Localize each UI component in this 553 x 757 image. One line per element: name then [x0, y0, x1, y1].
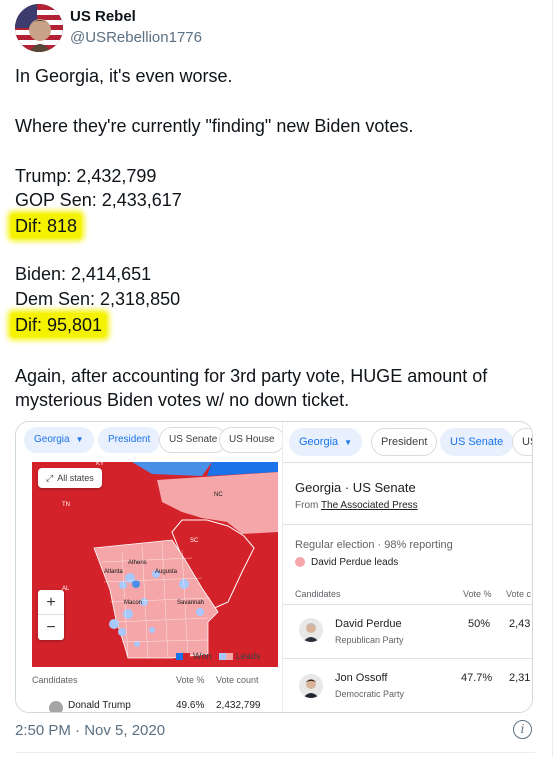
map-label: Athens	[128, 560, 147, 566]
column-header: Candidates	[32, 675, 78, 685]
leader-indicator: David Perdue leads	[295, 557, 398, 568]
column-header: Vote %	[463, 589, 492, 599]
candidate-name: Donald Trump	[68, 700, 131, 711]
legend-swatch	[176, 653, 183, 661]
map-label: Atlanta	[104, 569, 123, 575]
candidate-photo	[299, 618, 323, 642]
divider	[283, 658, 532, 659]
source-line: From The Associated Press	[295, 500, 418, 511]
zoom-in-button[interactable]: +	[38, 590, 64, 615]
source-link[interactable]: The Associated Press	[321, 500, 418, 511]
map-shapes	[93, 462, 278, 659]
difference-highlight: Dif: 95,801	[11, 313, 107, 337]
candidate-avatar	[49, 701, 63, 712]
party-dot	[295, 557, 305, 568]
info-icon[interactable]: i	[513, 720, 532, 739]
map-label: TN	[62, 502, 70, 508]
election-map[interactable]: KY TN NC SC AL Athens Atlanta Augusta Ma…	[32, 462, 278, 667]
vote-percent: 47.7%	[461, 672, 493, 684]
all-states-button[interactable]: ⤢ All states	[38, 468, 102, 488]
zoom-control: + −	[38, 590, 64, 640]
leader-text: David Perdue leads	[311, 557, 399, 568]
chip-label: Georgia	[299, 436, 339, 448]
zoom-out-button[interactable]: −	[38, 615, 64, 640]
divider	[283, 524, 532, 525]
divider	[15, 752, 535, 753]
user-handle[interactable]: @USRebellion1776	[70, 29, 202, 46]
candidate-name: Jon Ossoff	[335, 672, 388, 684]
expand-icon: ⤢	[46, 473, 54, 483]
legend-swatch	[225, 653, 233, 661]
map-label: Macon	[124, 600, 143, 606]
column-header: Candidates	[295, 589, 341, 599]
tweet: US Rebel @USRebellion1776 In Georgia, it…	[0, 0, 553, 757]
tab-us-senate[interactable]: US Senate	[159, 427, 228, 453]
gop-senate-total: GOP Sen: 2,433,617	[15, 190, 182, 210]
tab-president[interactable]: President	[371, 428, 438, 456]
senate-results-panel: Georgia ▼ President US Senate US Georgia …	[282, 422, 532, 712]
vote-count: 2,43	[509, 618, 531, 630]
candidate-party: Republican Party	[335, 635, 404, 645]
caret-down-icon: ▼	[75, 435, 84, 444]
legend-leads: Leads	[235, 651, 261, 661]
tweet-image[interactable]: Georgia ▼ President US Senate US House K…	[15, 421, 533, 713]
divider	[283, 604, 532, 605]
tab-us-house[interactable]: US	[512, 428, 532, 456]
map-label: SC	[190, 538, 199, 544]
tweet-text-line: In Georgia, it's even worse.	[15, 66, 233, 86]
tweet-text-line: mysterious Biden votes w/ no down ticket…	[15, 390, 350, 410]
legend-swatch	[218, 653, 226, 661]
difference-highlight: Dif: 818	[11, 214, 82, 238]
map-label: Savannah	[177, 600, 205, 606]
user-avatar[interactable]	[15, 4, 63, 52]
legend-swatch	[183, 653, 190, 661]
state-chip[interactable]: Georgia ▼	[289, 428, 363, 456]
tweet-text-line: Where they're currently "finding" new Bi…	[15, 116, 414, 136]
tab-us-house[interactable]: US House	[219, 427, 285, 453]
vote-percent: 50%	[468, 618, 491, 630]
column-header: Vote c	[506, 589, 532, 599]
vote-count: 2,31	[509, 672, 531, 684]
all-states-label: All states	[57, 473, 94, 483]
candidate-photo	[299, 674, 323, 698]
candidate-name: David Perdue	[335, 618, 402, 630]
candidate-party: Democratic Party	[335, 689, 405, 699]
tweet-text-line: Again, after accounting for 3rd party vo…	[15, 366, 488, 386]
chip-label: Georgia	[34, 434, 70, 445]
dem-senate-total: Dem Sen: 2,318,850	[15, 289, 181, 309]
biden-total: Biden: 2,414,651	[15, 264, 152, 284]
column-header: Vote count	[216, 675, 259, 685]
column-header: Vote %	[176, 675, 205, 685]
map-label: NC	[214, 492, 223, 498]
tab-us-senate[interactable]: US Senate	[440, 428, 514, 456]
vote-percent: 49.6%	[176, 700, 205, 711]
vote-count: 2,432,799	[216, 700, 261, 711]
caret-down-icon: ▼	[344, 438, 353, 447]
display-name[interactable]: US Rebel	[70, 8, 136, 25]
dif-text: Dif: 818	[11, 214, 82, 238]
map-label: Augusta	[155, 569, 178, 575]
flag-avatar-icon	[15, 4, 63, 52]
divider	[283, 462, 532, 463]
president-results-panel: Georgia ▼ President US Senate US House K…	[16, 422, 285, 712]
dif-text: Dif: 95,801	[11, 313, 107, 337]
state-chip[interactable]: Georgia ▼	[24, 427, 94, 453]
source-prefix: From	[295, 500, 319, 511]
tab-president[interactable]: President	[98, 427, 161, 453]
tweet-timestamp[interactable]: 2:50 PM · Nov 5, 2020	[15, 722, 165, 739]
map-label: KY	[96, 462, 105, 467]
trump-total: Trump: 2,432,799	[15, 166, 157, 186]
legend-won: Won	[193, 651, 212, 661]
race-title: Georgia · US Senate	[295, 480, 416, 495]
reporting-status: Regular election · 98% reporting	[295, 539, 453, 551]
map-legend: Won Leads	[176, 651, 260, 661]
